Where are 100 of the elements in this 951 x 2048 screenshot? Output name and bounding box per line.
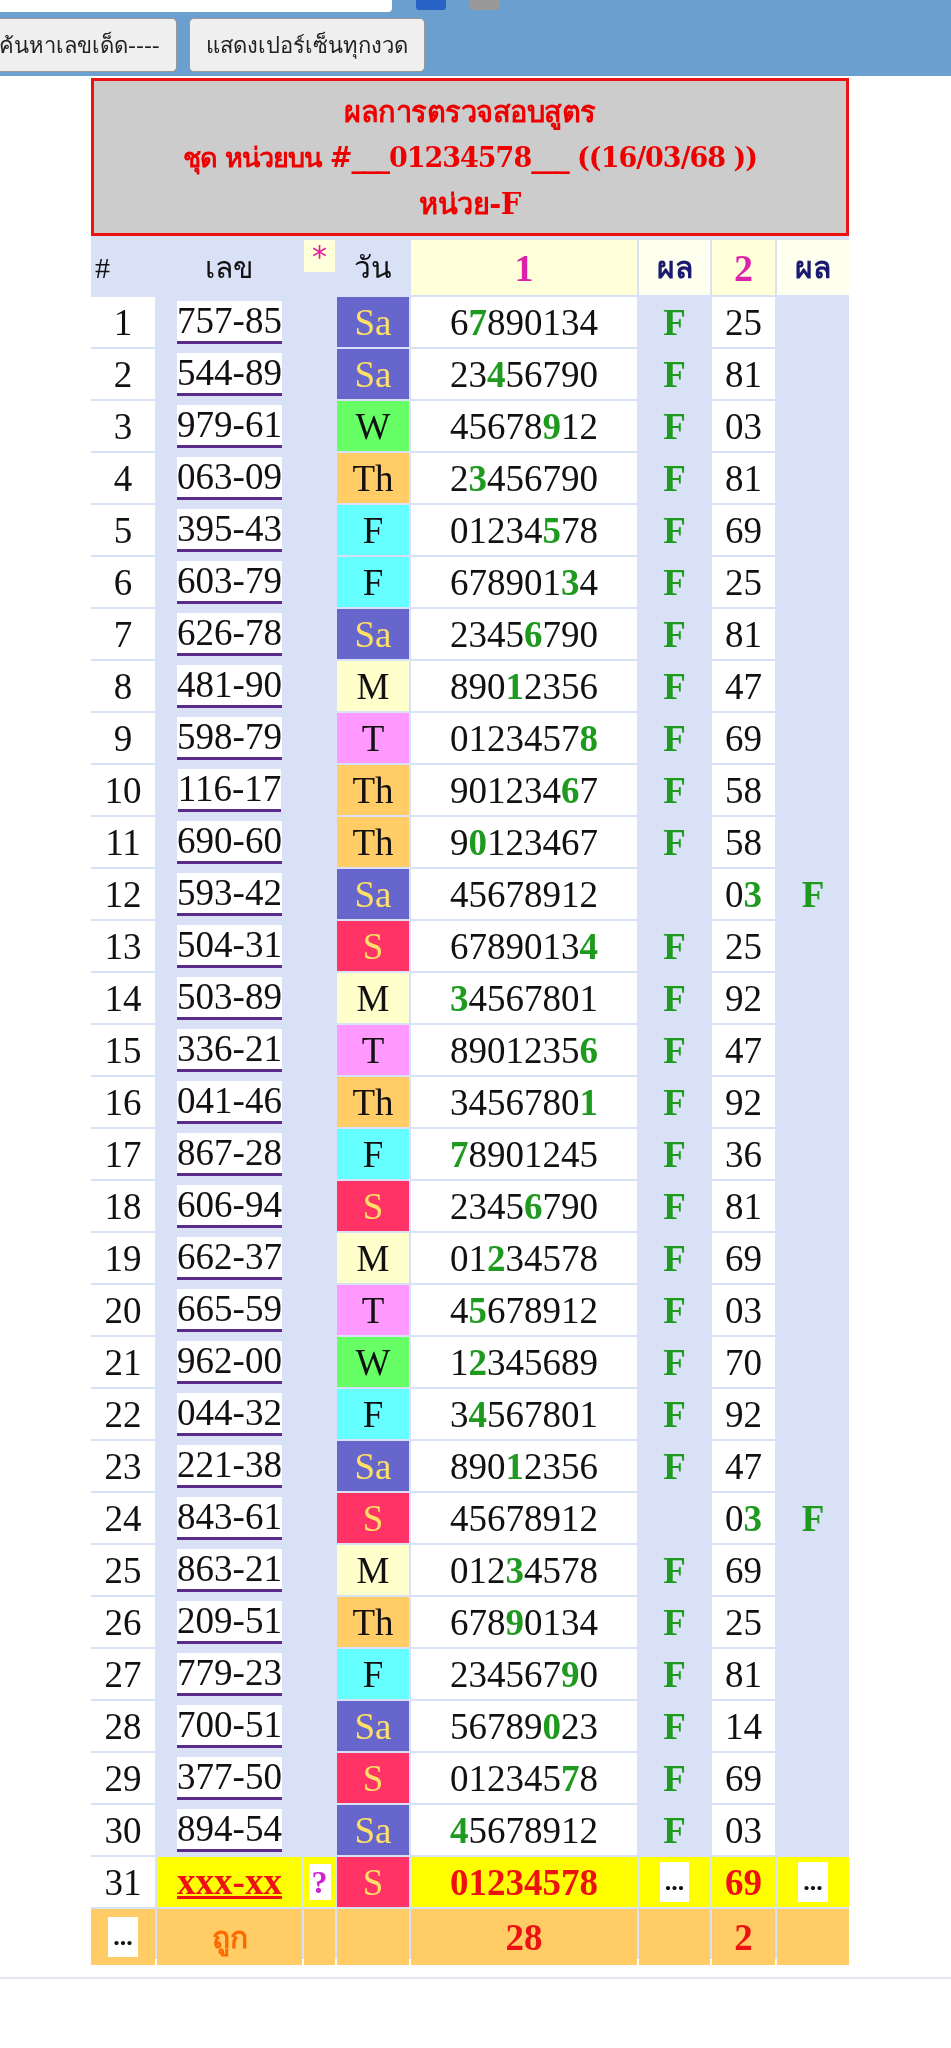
number-link[interactable]: 867-28 bbox=[177, 1132, 282, 1176]
table-cell-text: F bbox=[662, 716, 687, 761]
number-link[interactable]: 843-61 bbox=[177, 1496, 282, 1540]
table-cell: 45678912 bbox=[411, 1285, 637, 1335]
table-cell: 56789023 bbox=[411, 1701, 637, 1751]
number-link[interactable]: 662-37 bbox=[177, 1236, 282, 1280]
table-cell: 01234578 bbox=[411, 1233, 637, 1283]
day-cell: Sa bbox=[337, 1441, 409, 1491]
number-link[interactable]: 603-79 bbox=[177, 560, 282, 604]
number-link[interactable]: 063-09 bbox=[177, 456, 282, 500]
table-cell: 47 bbox=[712, 661, 775, 711]
number-link[interactable]: 700-51 bbox=[177, 1704, 282, 1748]
table-cell: 89012356 bbox=[411, 1441, 637, 1491]
column-header: 1 bbox=[411, 240, 637, 295]
table-cell: 34567801 bbox=[411, 973, 637, 1023]
table-cell-text: F bbox=[662, 404, 687, 449]
table-cell: 24 bbox=[91, 1493, 155, 1543]
table-cell: 23456790 bbox=[411, 609, 637, 659]
number-link[interactable]: 504-31 bbox=[177, 924, 282, 968]
table-cell: 67890134 bbox=[411, 1597, 637, 1647]
number-link[interactable]: 116-17 bbox=[177, 768, 282, 812]
table-cell: 03 bbox=[712, 401, 775, 451]
table-cell: 01234578 bbox=[411, 505, 637, 555]
number-link[interactable]: 757-85 bbox=[177, 300, 282, 344]
number-link[interactable]: 779-23 bbox=[177, 1652, 282, 1696]
number-link[interactable]: 044-32 bbox=[177, 1392, 282, 1436]
search-field[interactable] bbox=[0, 0, 392, 12]
number-link[interactable]: 209-51 bbox=[177, 1600, 282, 1644]
number-link[interactable]: 863-21 bbox=[177, 1548, 282, 1592]
day-cell: Sa bbox=[337, 869, 409, 919]
table-cell: 26 bbox=[91, 1597, 155, 1647]
table-cell-text: F bbox=[662, 768, 687, 813]
table-cell: 69 bbox=[712, 713, 775, 763]
column-header: วัน bbox=[353, 249, 393, 287]
day-cell: S bbox=[337, 1857, 409, 1907]
day-cell: S bbox=[337, 1181, 409, 1231]
day-cell: Sa bbox=[337, 349, 409, 399]
table-cell-text: F bbox=[662, 1600, 687, 1645]
table-cell-text: F bbox=[662, 1236, 687, 1281]
number-link[interactable]: 894-54 bbox=[177, 1808, 282, 1852]
column-header: เลข bbox=[204, 249, 255, 287]
table-cell-text: F bbox=[662, 664, 687, 709]
table-cell: 1 bbox=[91, 297, 155, 347]
number-link[interactable]: 626-78 bbox=[177, 612, 282, 656]
checkbox[interactable] bbox=[470, 0, 500, 10]
table-cell: 45678912 bbox=[411, 869, 637, 919]
number-link[interactable]: 481-90 bbox=[177, 664, 282, 708]
table-cell-text: F bbox=[662, 456, 687, 501]
table-cell: 01234578 bbox=[411, 1857, 637, 1907]
number-link[interactable]: 962-00 bbox=[177, 1340, 282, 1384]
table-cell-text: F bbox=[662, 924, 687, 969]
day-cell: S bbox=[337, 1493, 409, 1543]
table-cell-text: F bbox=[662, 1080, 687, 1125]
placeholder-mark: ... bbox=[659, 1862, 690, 1902]
table-cell: 81 bbox=[712, 453, 775, 503]
number-link[interactable]: 593-42 bbox=[177, 872, 282, 916]
number-link[interactable]: 979-61 bbox=[177, 404, 282, 448]
toolbar-button[interactable]: ค้นหาเลขเด็ด---- bbox=[0, 18, 177, 72]
table-cell: 69 bbox=[712, 1753, 775, 1803]
table-cell: 23456790 bbox=[411, 453, 637, 503]
day-cell: Sa bbox=[337, 297, 409, 347]
number-link[interactable]: 598-79 bbox=[177, 716, 282, 760]
table-cell: 31 bbox=[91, 1857, 155, 1907]
table-cell: 90123467 bbox=[411, 765, 637, 815]
table-cell: 25 bbox=[712, 921, 775, 971]
day-cell: T bbox=[337, 1025, 409, 1075]
table-cell: 81 bbox=[712, 1649, 775, 1699]
table-cell: 25 bbox=[712, 297, 775, 347]
number-link[interactable]: 606-94 bbox=[177, 1184, 282, 1228]
question-mark: ? bbox=[308, 1864, 331, 1900]
number-link[interactable]: 041-46 bbox=[177, 1080, 282, 1124]
number-link[interactable]: 221-38 bbox=[177, 1444, 282, 1488]
table-cell-text: F bbox=[662, 976, 687, 1021]
table-cell: 7 bbox=[91, 609, 155, 659]
table-cell: 89012356 bbox=[411, 1025, 637, 1075]
table-cell: 22 bbox=[91, 1389, 155, 1439]
title-text: หน่วย-F bbox=[418, 186, 522, 223]
checkbox[interactable] bbox=[416, 0, 446, 10]
day-cell: Th bbox=[337, 1077, 409, 1127]
table-cell: 58 bbox=[712, 817, 775, 867]
table-cell: 27 bbox=[91, 1649, 155, 1699]
table-cell: 23456790 bbox=[411, 1649, 637, 1699]
table-cell: 9 bbox=[91, 713, 155, 763]
number-link[interactable]: 395-43 bbox=[177, 508, 282, 552]
table-cell: 28 bbox=[411, 1909, 637, 1965]
number-link[interactable]: 336-21 bbox=[177, 1028, 282, 1072]
toolbar-button[interactable]: แสดงเปอร์เซ็นทุกงวด bbox=[188, 18, 425, 72]
column-header: * bbox=[304, 240, 335, 272]
table-cell: 18 bbox=[91, 1181, 155, 1231]
number-link[interactable]: 665-59 bbox=[177, 1288, 282, 1332]
table-cell-text: F bbox=[662, 1340, 687, 1385]
number-link[interactable]: 544-89 bbox=[177, 352, 282, 396]
table-cell: 25 bbox=[91, 1545, 155, 1595]
table-cell-text: F bbox=[800, 872, 826, 917]
number-link[interactable]: 377-50 bbox=[177, 1756, 282, 1800]
column-header: # bbox=[94, 249, 111, 286]
table-cell: 90123467 bbox=[411, 817, 637, 867]
number-link[interactable]: 690-60 bbox=[177, 820, 282, 864]
number-link[interactable]: 503-89 bbox=[177, 976, 282, 1020]
table-cell: 81 bbox=[712, 349, 775, 399]
